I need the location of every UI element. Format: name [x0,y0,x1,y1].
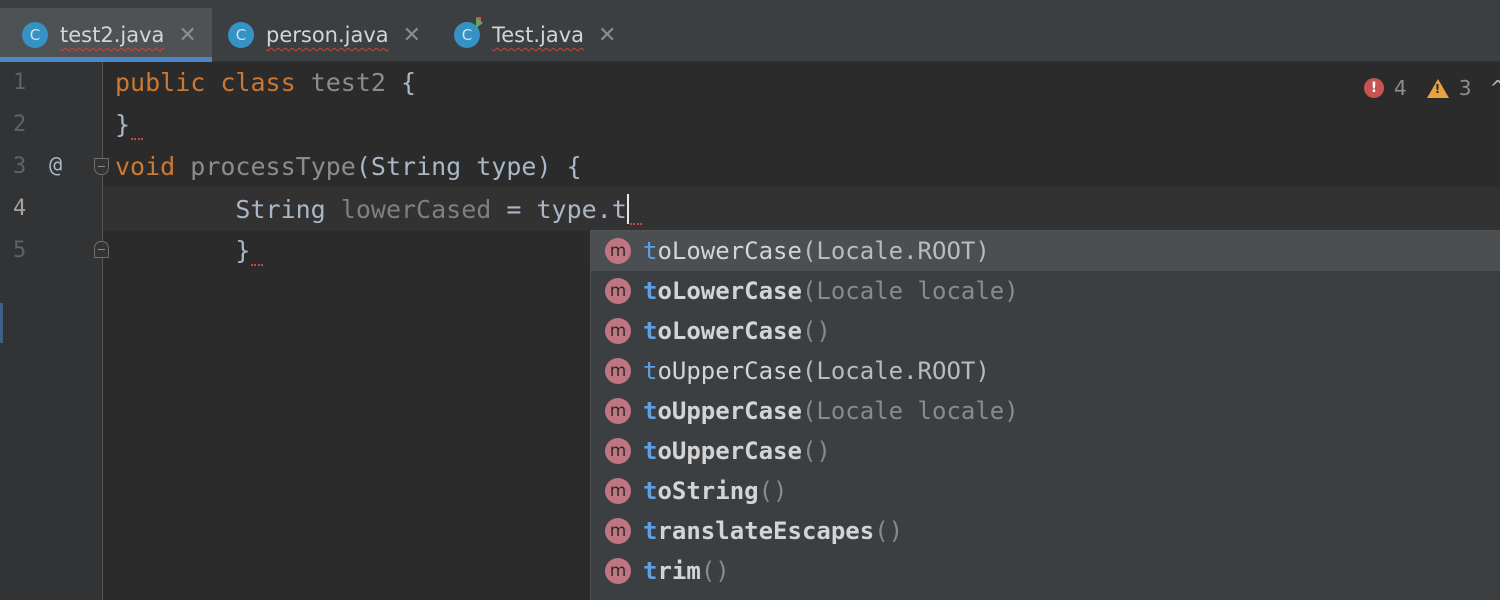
warning-icon: ! [1426,78,1449,98]
completion-name: oUpperCase [657,397,802,425]
line-number: 5 [13,238,27,263]
method-icon: m [605,518,631,544]
completion-item[interactable]: m toUpperCase(Locale locale) [591,391,1500,431]
completion-params: () [700,557,730,585]
close-icon[interactable]: ✕ [403,23,421,48]
completion-match: t [643,277,658,305]
text-caret [626,194,629,224]
completion-match: t [643,517,658,545]
tab-test2-java[interactable]: C test2.java ✕ [0,8,212,62]
completion-match: t [643,397,658,425]
code-line-2[interactable]: } [115,110,144,140]
tab-label: Test.java [492,23,585,47]
runnable-class-icon: C [454,17,483,48]
method-icon: m [605,358,631,384]
code-line-4[interactable]: String lowerCased = type.t [115,194,642,225]
completion-params: (Locale.ROOT) [801,357,990,385]
editor-tab-bar: C test2.java ✕ C person.java ✕ C Test.ja… [0,0,1500,62]
class-icon: C [228,22,254,48]
completion-item[interactable]: m toString() [591,471,1500,511]
warning-count: 3 [1458,76,1472,100]
completion-item[interactable]: m translateEscapes() [591,511,1500,551]
class-icon: C [22,22,48,48]
tab-person-java[interactable]: C person.java ✕ [228,8,438,62]
completion-params: () [874,517,904,545]
error-count: 4 [1394,76,1407,100]
completion-name: rim [657,557,701,585]
completion-params: (Locale locale) [801,277,1019,305]
code-text: { [401,68,417,97]
tab-label: person.java [266,23,389,47]
code-completion-popup[interactable]: m toLowerCase(Locale.ROOT) m toLowerCase… [590,230,1500,600]
variable-name: lowerCased [340,195,492,224]
method-icon: m [605,438,631,464]
completion-item[interactable]: m toLowerCase(Locale locale) [591,271,1500,311]
close-icon[interactable]: ✕ [598,23,616,48]
class-name: test2 [310,68,386,97]
completion-item[interactable]: m toUpperCase(Locale.ROOT) [591,351,1500,391]
type-name: String [235,195,326,224]
completion-name: oUpperCase [657,437,802,465]
inspections-widget[interactable]: ! 4 ! 3 ^ [1364,76,1500,100]
completion-match: t [643,557,658,585]
annotation-gutter-icon[interactable]: @ [49,153,62,178]
completion-match: t [643,437,658,465]
method-icon: m [605,238,631,264]
code-line-1[interactable]: public class test2 { [115,68,416,98]
keyword: class [220,68,296,97]
error-squiggle [131,132,144,140]
error-squiggle [251,258,264,266]
method-icon: m [605,558,631,584]
line-number: 2 [13,112,27,137]
fold-expand-icon[interactable] [94,241,109,258]
editor-gutter[interactable] [0,62,103,600]
run-badge-icon [476,18,483,28]
code-line-3[interactable]: void processType(String type) { [115,152,582,182]
method-icon: m [605,278,631,304]
completion-name: ranslateEscapes [657,517,875,545]
completion-params: (Locale.ROOT) [801,237,990,265]
method-name: processType [190,152,356,181]
close-icon[interactable]: ✕ [178,23,196,48]
completion-params: () [801,437,831,465]
completion-params: () [801,317,831,345]
completion-name: oString [657,477,759,505]
completion-item[interactable]: m toLowerCase(Locale.ROOT) [591,231,1500,271]
completion-params: (Locale locale) [801,397,1019,425]
line-number: 3 [13,154,27,179]
tool-window-stripe-marker [0,303,3,343]
method-icon: m [605,478,631,504]
tab-label: test2.java [60,23,165,47]
keyword: public [115,68,206,97]
code-text: = type.t [506,195,627,224]
completion-match: t [643,317,658,345]
tab-test-java[interactable]: C Test.java ✕ [454,8,634,62]
keyword: void [115,152,176,181]
completion-item[interactable]: m trim() [591,551,1500,591]
completion-match: t [643,237,658,265]
method-icon: m [605,318,631,344]
completion-name: oLowerCase [657,237,802,265]
completion-name: oLowerCase [657,277,802,305]
completion-name: oLowerCase [657,317,802,345]
completion-item[interactable]: m toUpperCase() [591,431,1500,471]
error-squiggle [629,217,642,225]
code-text: } [235,236,251,265]
line-number-current: 4 [13,196,27,221]
completion-params: () [758,477,788,505]
fold-collapse-icon[interactable] [94,158,109,175]
error-icon: ! [1364,78,1384,98]
code-text: } [115,110,131,139]
code-text: (String type) { [355,152,582,181]
completion-name: oUpperCase [657,357,802,385]
line-number: 1 [13,70,27,95]
chevron-up-icon[interactable]: ^ [1489,76,1500,100]
completion-match: t [643,357,658,385]
completion-item[interactable]: m toLowerCase() [591,311,1500,351]
code-line-5[interactable]: } [115,236,264,266]
method-icon: m [605,398,631,424]
completion-match: t [643,477,658,505]
